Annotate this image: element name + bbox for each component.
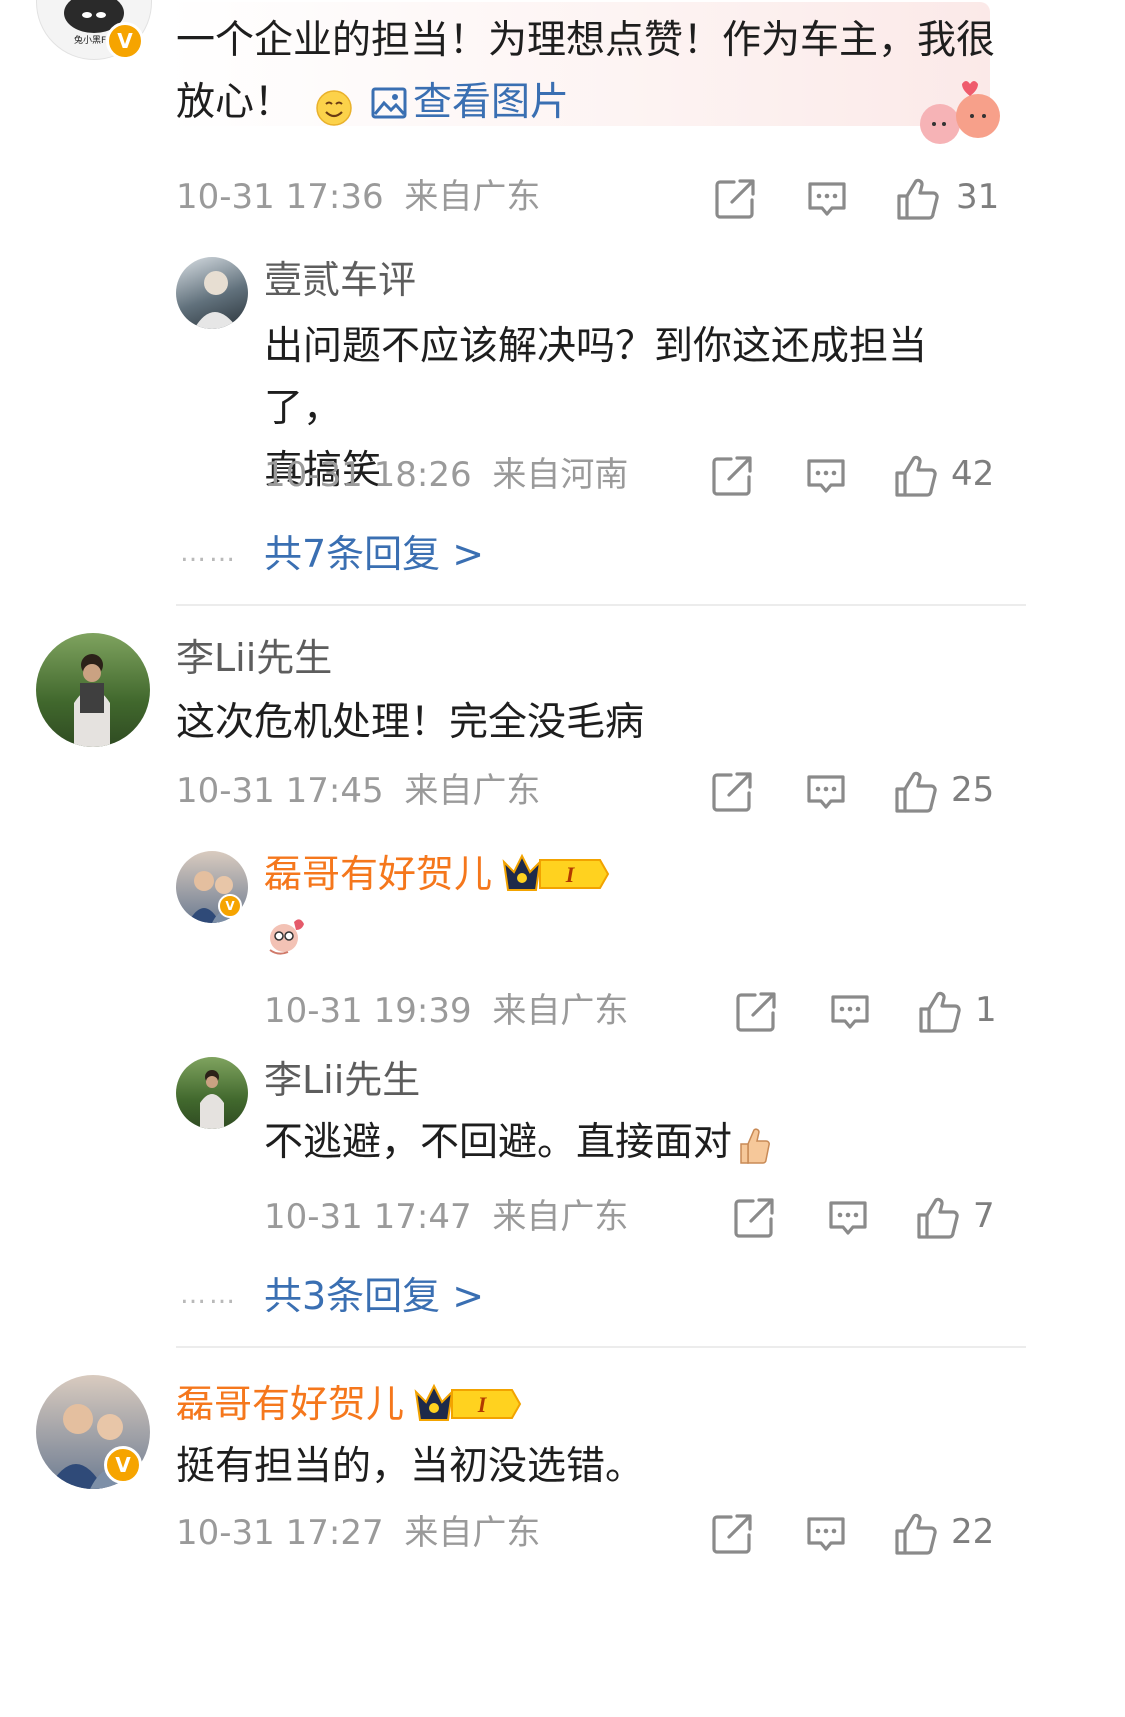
more-dots: ……	[180, 1280, 238, 1310]
reply-text-content: 不逃避，不回避。直接面对	[264, 1120, 733, 1165]
comment-author[interactable]: 磊哥有好贺儿	[176, 1382, 404, 1428]
reply-location: 来自广东	[492, 1197, 629, 1237]
thumbs-up-emoji-icon	[738, 1123, 772, 1164]
crown-icon	[412, 1382, 522, 1426]
reply-actions: 1	[733, 989, 1003, 1039]
comment-meta: 10-31 17:27 来自广东	[176, 1516, 540, 1550]
more-dots: ……	[180, 538, 238, 568]
reply-author[interactable]: 磊哥有好贺儿	[264, 852, 492, 898]
comment-actions: 31	[712, 176, 1002, 226]
like-count: 1	[975, 990, 997, 1030]
like-count: 25	[951, 770, 995, 810]
divider	[176, 604, 1026, 606]
comment-actions: 25	[709, 769, 999, 819]
share-icon[interactable]	[733, 989, 779, 1035]
reply-time: 10-31 17:47	[264, 1197, 472, 1237]
reply-meta: 10-31 18:26 来自河南	[264, 458, 628, 492]
reply-location: 来自河南	[492, 455, 629, 495]
like-count: 42	[951, 454, 995, 494]
comment-location: 来自广东	[404, 177, 541, 217]
comment-icon[interactable]	[827, 989, 873, 1035]
comment-icon[interactable]	[804, 176, 850, 222]
share-icon[interactable]	[712, 176, 758, 222]
comment-text-line2: 放心！	[176, 80, 294, 125]
like-count: 22	[951, 1512, 995, 1552]
share-icon[interactable]	[731, 1195, 777, 1241]
comment-icon[interactable]	[803, 769, 849, 815]
like-count: 31	[956, 177, 1000, 217]
more-replies-link[interactable]: 共7条回复 >	[264, 535, 484, 573]
comment-meta: 10-31 17:36 来自广东	[176, 180, 540, 214]
share-icon[interactable]	[709, 1511, 755, 1557]
like-icon[interactable]	[893, 769, 939, 815]
comment-text: 这次危机处理！完全没毛病	[176, 700, 645, 745]
reply-author[interactable]: 李Lii先生	[264, 1058, 420, 1104]
comment-location: 来自广东	[404, 771, 541, 811]
reply-text-line1: 出问题不应该解决吗？到你这还成担当了，	[264, 324, 928, 431]
comment-meta: 10-31 17:45 来自广东	[176, 774, 540, 808]
share-icon[interactable]	[709, 453, 755, 499]
view-image-label[interactable]: 查看图片	[413, 72, 569, 134]
comment-time: 10-31 17:45	[176, 771, 384, 811]
comment-text: 挺有担当的，当初没选错。	[176, 1444, 645, 1489]
sticker-emoji-icon	[264, 914, 308, 958]
more-replies-link[interactable]: 共3条回复 >	[264, 1277, 484, 1315]
share-icon[interactable]	[709, 769, 755, 815]
reply-text: 不逃避，不回避。直接面对	[264, 1112, 994, 1174]
reply-location: 来自广东	[492, 991, 629, 1031]
like-icon[interactable]	[893, 1511, 939, 1557]
divider	[176, 1346, 1026, 1348]
reply-time: 10-31 18:26	[264, 455, 472, 495]
comment-icon[interactable]	[803, 1511, 849, 1557]
comment-icon[interactable]	[803, 453, 849, 499]
reply-author[interactable]: 壹贰车评	[264, 258, 416, 304]
crown-icon	[500, 852, 610, 896]
comment-author[interactable]: 李Lii先生	[176, 636, 332, 682]
comment-actions: 22	[709, 1511, 999, 1561]
like-icon[interactable]	[915, 1195, 961, 1241]
verified-badge-icon: V	[104, 1446, 142, 1484]
comment-text-line1: 一个企业的担当！为理想点赞！作为车主，我很	[176, 18, 996, 63]
avatar[interactable]	[176, 1057, 248, 1129]
comment-text: 一个企业的担当！为理想点赞！作为车主，我很 放心！ 查看图片	[176, 10, 996, 134]
comment-time: 10-31 17:27	[176, 1513, 384, 1553]
comment-time: 10-31 17:36	[176, 177, 384, 217]
comment-location: 来自广东	[404, 1513, 541, 1553]
like-icon[interactable]	[893, 453, 939, 499]
verified-badge-icon: V	[106, 22, 144, 60]
like-icon[interactable]	[917, 989, 963, 1035]
like-icon[interactable]	[895, 176, 941, 222]
reply-time: 10-31 19:39	[264, 991, 472, 1031]
avatar[interactable]	[36, 633, 150, 747]
reply-meta: 10-31 17:47 来自广东	[264, 1200, 628, 1234]
smile-emoji-icon	[315, 84, 353, 126]
reply-actions: 7	[731, 1195, 1001, 1245]
like-count: 7	[973, 1196, 995, 1236]
reply-meta: 10-31 19:39 来自广东	[264, 994, 628, 1028]
comment-icon[interactable]	[825, 1195, 871, 1241]
verified-badge-icon: V	[218, 894, 242, 918]
image-icon	[371, 87, 407, 119]
view-image-link[interactable]: 查看图片	[371, 72, 569, 134]
reply-actions: 42	[709, 453, 999, 503]
avatar[interactable]	[176, 257, 248, 329]
